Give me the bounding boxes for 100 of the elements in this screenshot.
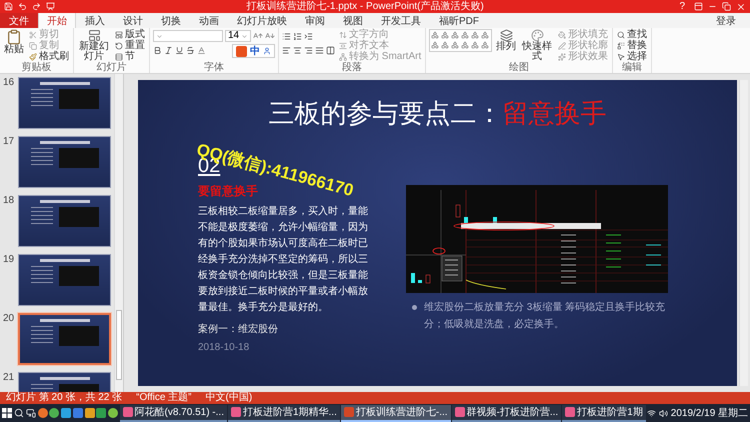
slide-thumbnail[interactable]: [18, 254, 111, 306]
slideshow-icon[interactable]: [46, 2, 55, 11]
bold-icon[interactable]: [153, 46, 162, 54]
ribbon-tab[interactable]: 插入: [76, 13, 114, 28]
font-size-field[interactable]: 14: [225, 30, 251, 42]
slide-icon[interactable]: [88, 29, 100, 42]
file-tab[interactable]: 文件: [0, 13, 38, 28]
strikethrough-icon[interactable]: [186, 46, 195, 54]
task-view-icon[interactable]: [26, 408, 36, 418]
user-icon[interactable]: [263, 47, 271, 55]
quick-styles-button[interactable]: 快速样式: [520, 29, 554, 62]
taskbar-window-button[interactable]: 打板进阶营1期精华...: [228, 404, 340, 422]
restore-icon[interactable]: [722, 2, 731, 11]
replace-icon[interactable]: [617, 42, 626, 50]
layout-icon[interactable]: [115, 30, 123, 38]
reset-button[interactable]: 重置: [114, 40, 146, 51]
grow-font-icon[interactable]: [253, 31, 263, 41]
shapes-gallery[interactable]: [429, 29, 492, 52]
shape-icon[interactable]: [461, 41, 470, 49]
ribbon-tab[interactable]: 视图: [334, 13, 372, 28]
taskbar-window-button[interactable]: 打板进阶营1期: [562, 404, 646, 422]
app-button[interactable]: [60, 405, 72, 421]
shape-icon[interactable]: [481, 31, 490, 39]
clock-date[interactable]: 2019/2/19 星期二: [670, 406, 748, 420]
pointer-icon[interactable]: [617, 52, 626, 60]
shrink-font-icon[interactable]: [265, 31, 275, 41]
paint-bucket-icon[interactable]: [558, 30, 566, 38]
section-icon[interactable]: [115, 52, 123, 60]
ribbon-tab[interactable]: 开始: [38, 13, 76, 28]
shape-icon[interactable]: [431, 41, 440, 49]
ribbon-tab[interactable]: 切换: [152, 13, 190, 28]
numbering-icon[interactable]: [293, 32, 302, 40]
ribbon-tab[interactable]: 福昕PDF: [430, 13, 488, 28]
ime-toolbar[interactable]: 中: [232, 44, 275, 58]
layers-icon[interactable]: [500, 29, 513, 42]
paintbrush-icon[interactable]: [29, 52, 37, 60]
help-button[interactable]: ?: [675, 0, 689, 13]
pen-icon[interactable]: [558, 42, 566, 50]
smartart-icon[interactable]: [339, 52, 347, 60]
shape-icon[interactable]: [451, 31, 460, 39]
ribbon-tab[interactable]: 设计: [114, 13, 152, 28]
app-button[interactable]: [84, 405, 95, 421]
sparkles-icon[interactable]: [558, 52, 566, 60]
select-button[interactable]: 选择: [616, 51, 648, 62]
paste-button[interactable]: 粘贴: [3, 29, 25, 55]
scissors-icon[interactable]: [29, 30, 37, 38]
ribbon-tab[interactable]: 幻灯片放映: [228, 13, 296, 28]
align-right-icon[interactable]: [304, 46, 313, 54]
slide-thumbnail[interactable]: [18, 313, 111, 365]
app-button[interactable]: [72, 405, 84, 421]
app-button[interactable]: [96, 405, 107, 421]
shape-icon[interactable]: [451, 41, 460, 49]
sign-in-link[interactable]: 登录: [702, 13, 750, 28]
bullets-icon[interactable]: [282, 32, 291, 40]
indent-icon[interactable]: [304, 32, 313, 40]
align-center-icon[interactable]: [293, 46, 302, 54]
shape-icon[interactable]: [471, 31, 480, 39]
dropdown-icon[interactable]: [156, 32, 163, 40]
slide-thumbnail[interactable]: [18, 77, 111, 129]
ribbon-tab[interactable]: 审阅: [296, 13, 334, 28]
align-left-icon[interactable]: [282, 46, 291, 54]
ribbon-tab[interactable]: 开发工具: [372, 13, 430, 28]
new-slide-button[interactable]: 新建幻灯片: [77, 29, 111, 62]
save-icon[interactable]: [4, 2, 13, 11]
ribbon-tab[interactable]: 动画: [190, 13, 228, 28]
volume-icon[interactable]: [658, 408, 668, 418]
dropdown-icon[interactable]: [241, 32, 248, 40]
justify-icon[interactable]: [315, 46, 324, 54]
start-button[interactable]: [2, 405, 13, 421]
close-icon[interactable]: [736, 2, 746, 12]
italic-icon[interactable]: [164, 46, 173, 54]
arrange-button[interactable]: 排列: [495, 29, 518, 52]
scrollbar[interactable]: [114, 74, 123, 392]
shape-icon[interactable]: [441, 41, 450, 49]
shape-icon[interactable]: [431, 31, 440, 39]
align-text-icon[interactable]: [339, 42, 347, 50]
font-color-icon[interactable]: [197, 46, 206, 54]
shape-icon[interactable]: [481, 41, 490, 49]
underline-icon[interactable]: [175, 46, 184, 54]
shape-icon[interactable]: [441, 31, 450, 39]
taskbar-window-button[interactable]: 打板训练营进阶七-...: [340, 404, 451, 422]
format-painter-button[interactable]: 格式刷: [28, 51, 70, 62]
taskbar-window-button[interactable]: 群视频-打板进阶营...: [452, 404, 562, 422]
shape-icon[interactable]: [461, 31, 470, 39]
slide-thumbnail[interactable]: [18, 195, 111, 247]
layout-button[interactable]: 版式: [114, 29, 146, 40]
section-button[interactable]: 节: [114, 51, 146, 62]
ribbon-display-icon[interactable]: [694, 2, 703, 11]
font-name-field[interactable]: [153, 30, 223, 42]
clipboard-icon[interactable]: [6, 29, 22, 45]
columns-icon[interactable]: [326, 46, 335, 54]
reset-icon[interactable]: [115, 42, 123, 50]
ime-mode[interactable]: 中: [250, 44, 260, 58]
wifi-icon[interactable]: [646, 408, 656, 418]
copy-icon[interactable]: [29, 42, 37, 50]
search-icon[interactable]: [617, 30, 626, 38]
taskbar-window-button[interactable]: 阿花酷(v8.70.51) -...: [120, 404, 227, 422]
undo-icon[interactable]: [18, 2, 27, 11]
redo-icon[interactable]: [32, 2, 41, 11]
find-button[interactable]: 查找: [616, 29, 648, 40]
